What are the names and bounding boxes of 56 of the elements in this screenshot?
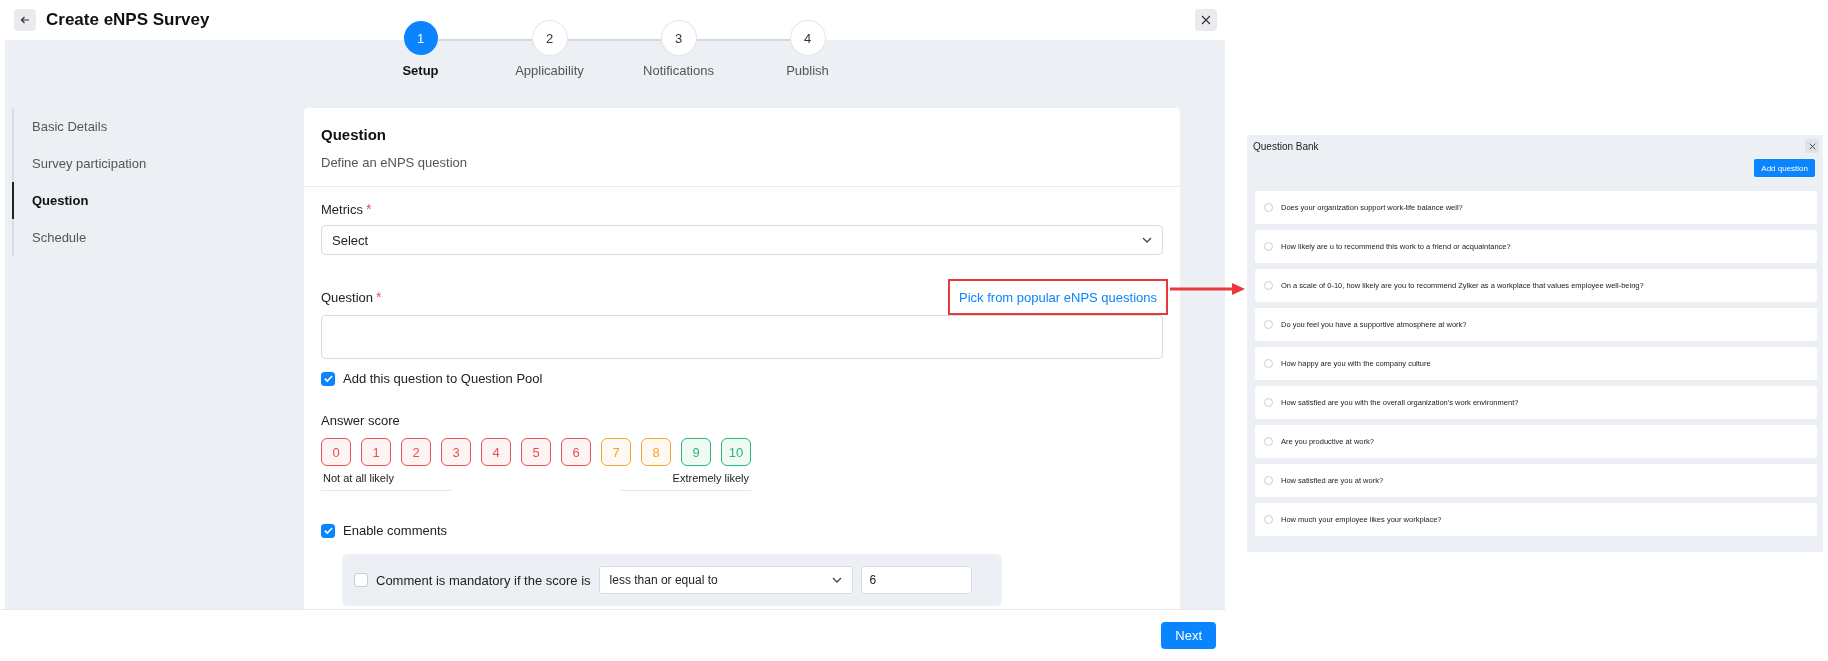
radio-button[interactable]: [1264, 281, 1273, 290]
checkbox-label: Add this question to Question Pool: [343, 371, 543, 386]
checkbox[interactable]: [321, 523, 335, 538]
radio-button[interactable]: [1264, 359, 1273, 368]
chevron-down-icon: [831, 577, 842, 583]
card-title: Question: [321, 126, 387, 143]
sidebar-item[interactable]: Schedule: [12, 219, 304, 256]
close-button[interactable]: [1195, 9, 1217, 31]
question-input[interactable]: [321, 315, 1163, 359]
checkbox-label: Comment is mandatory if the score is: [376, 572, 591, 588]
close-icon: [1201, 15, 1211, 25]
popular-questions-link[interactable]: Pick from popular eNPS questions: [959, 290, 1157, 305]
sidebar-item[interactable]: Survey participation: [12, 145, 304, 182]
next-button[interactable]: Next: [1161, 622, 1216, 649]
step-number[interactable]: 3: [661, 21, 696, 55]
score-input[interactable]: 6: [860, 566, 972, 594]
scale-label: Extremely likely: [621, 472, 751, 491]
score-option[interactable]: 6: [561, 438, 591, 466]
close-button[interactable]: [1805, 139, 1819, 153]
chevron-down-icon: [1142, 237, 1152, 243]
sidebar-item[interactable]: Basic Details: [12, 108, 304, 145]
condition-dropdown[interactable]: less than or equal to: [598, 566, 853, 594]
score-option[interactable]: 3: [441, 438, 471, 466]
section-label: Answer score: [321, 413, 401, 428]
radio-button[interactable]: [1264, 437, 1273, 446]
radio-button[interactable]: [1264, 476, 1273, 485]
close-icon: [1808, 142, 1816, 150]
score-option[interactable]: 0: [321, 438, 351, 466]
add-question-button[interactable]: Add question: [1754, 159, 1815, 177]
panel-title: Question Bank: [1253, 140, 1319, 152]
checkbox-label: Enable comments: [343, 523, 448, 538]
step-label[interactable]: Setup: [402, 63, 439, 78]
radio-button[interactable]: [1264, 320, 1273, 329]
score-option[interactable]: 1: [361, 438, 391, 466]
step-number[interactable]: 1: [403, 21, 438, 55]
page-title: Create eNPS Survey: [46, 10, 211, 30]
scale-label: Not at all likely: [321, 472, 451, 491]
step-number[interactable]: 4: [790, 21, 825, 55]
radio-button[interactable]: [1264, 242, 1273, 251]
step-label[interactable]: Notifications: [643, 63, 714, 78]
metrics-dropdown[interactable]: Select: [321, 225, 1163, 255]
card-subtitle: Define an eNPS question: [321, 155, 468, 170]
step-number[interactable]: 2: [532, 21, 567, 55]
checkbox[interactable]: [354, 573, 368, 587]
step-label[interactable]: Publish: [786, 63, 829, 78]
back-arrow-icon: [20, 15, 30, 25]
radio-button[interactable]: [1264, 515, 1273, 524]
field-label: Metrics: [321, 201, 363, 217]
back-button[interactable]: [14, 9, 36, 31]
required-mark: *: [365, 201, 372, 217]
radio-button[interactable]: [1264, 398, 1273, 407]
field-label: Question: [321, 289, 374, 305]
radio-button[interactable]: [1264, 203, 1273, 212]
step-label[interactable]: Applicability: [515, 63, 584, 78]
required-mark: *: [376, 289, 382, 305]
checkbox[interactable]: [321, 371, 335, 386]
